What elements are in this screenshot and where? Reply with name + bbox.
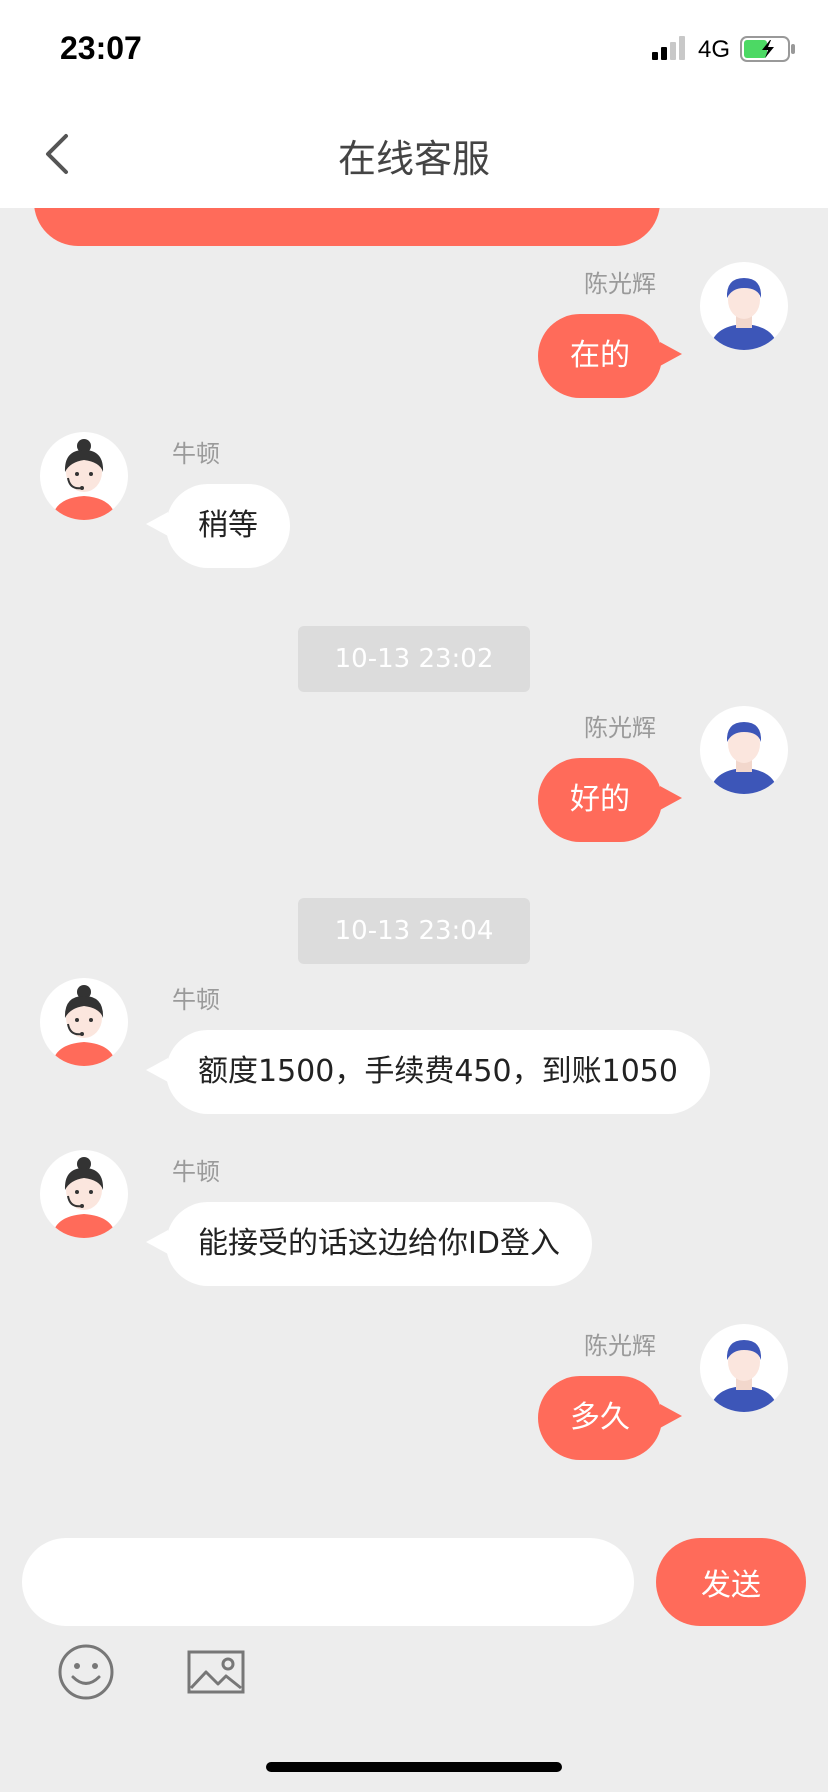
status-time: 23:07 [60,30,142,66]
sender-name: 陈光辉 [584,270,656,298]
sender-name: 牛顿 [172,986,220,1014]
send-button[interactable]: 发送 [656,1538,806,1626]
message-input[interactable] [22,1538,634,1626]
status-bar: 23:07 4G [0,0,828,100]
timestamp-divider: 10-13 23:02 [298,626,530,692]
user-avatar[interactable] [700,262,788,350]
agent-avatar[interactable] [40,1150,128,1238]
user-avatar-icon [710,278,778,350]
network-type: 4G [698,36,731,63]
message-bubble-outgoing[interactable]: 在的 [538,314,662,398]
message-bubble-incoming[interactable]: 稍等 [166,484,290,568]
bubble-tail [146,512,168,536]
message-bubble-outgoing[interactable]: 好的 [538,758,662,842]
message-bubble-incoming[interactable]: 能接受的话这边给你ID登入 [166,1202,592,1286]
agent-avatar-icon [52,439,116,520]
signal-icon [652,36,685,60]
timestamp-divider: 10-13 23:04 [298,898,530,964]
battery-icon [740,36,795,62]
bubble-tail [146,1230,168,1254]
home-indicator [266,1762,562,1772]
agent-avatar-icon [52,1157,116,1238]
sender-name: 牛顿 [172,1158,220,1186]
message-bubble-incoming[interactable]: 额度1500，手续费450，到账1050 [166,1030,710,1114]
agent-avatar-icon [52,985,116,1066]
page-title: 在线客服 [337,137,490,181]
user-avatar-icon [710,722,778,794]
user-avatar[interactable] [700,706,788,794]
message-composer: 发送 [0,1534,828,1792]
bubble-tail [660,342,682,366]
agent-avatar[interactable] [40,978,128,1066]
sender-name: 陈光辉 [584,1332,656,1360]
bubble-tail [146,1058,168,1082]
chat-message-list[interactable]: 陈光辉 在的 牛顿 稍等 10-13 23:02 陈光辉 好的 10-13 23… [0,208,828,1534]
bubble-tail [660,1404,682,1428]
message-bubble-outgoing[interactable]: 多久 [538,1376,662,1460]
bubble-tail [660,786,682,810]
navigation-bar: 在线客服 [0,100,828,208]
partial-message-card [34,208,660,246]
sender-name: 陈光辉 [584,714,656,742]
user-avatar[interactable] [700,1324,788,1412]
agent-avatar[interactable] [40,432,128,520]
image-icon[interactable] [186,1642,246,1702]
emoji-icon[interactable] [56,1642,116,1702]
sender-name: 牛顿 [172,440,220,468]
user-avatar-icon [710,1340,778,1412]
